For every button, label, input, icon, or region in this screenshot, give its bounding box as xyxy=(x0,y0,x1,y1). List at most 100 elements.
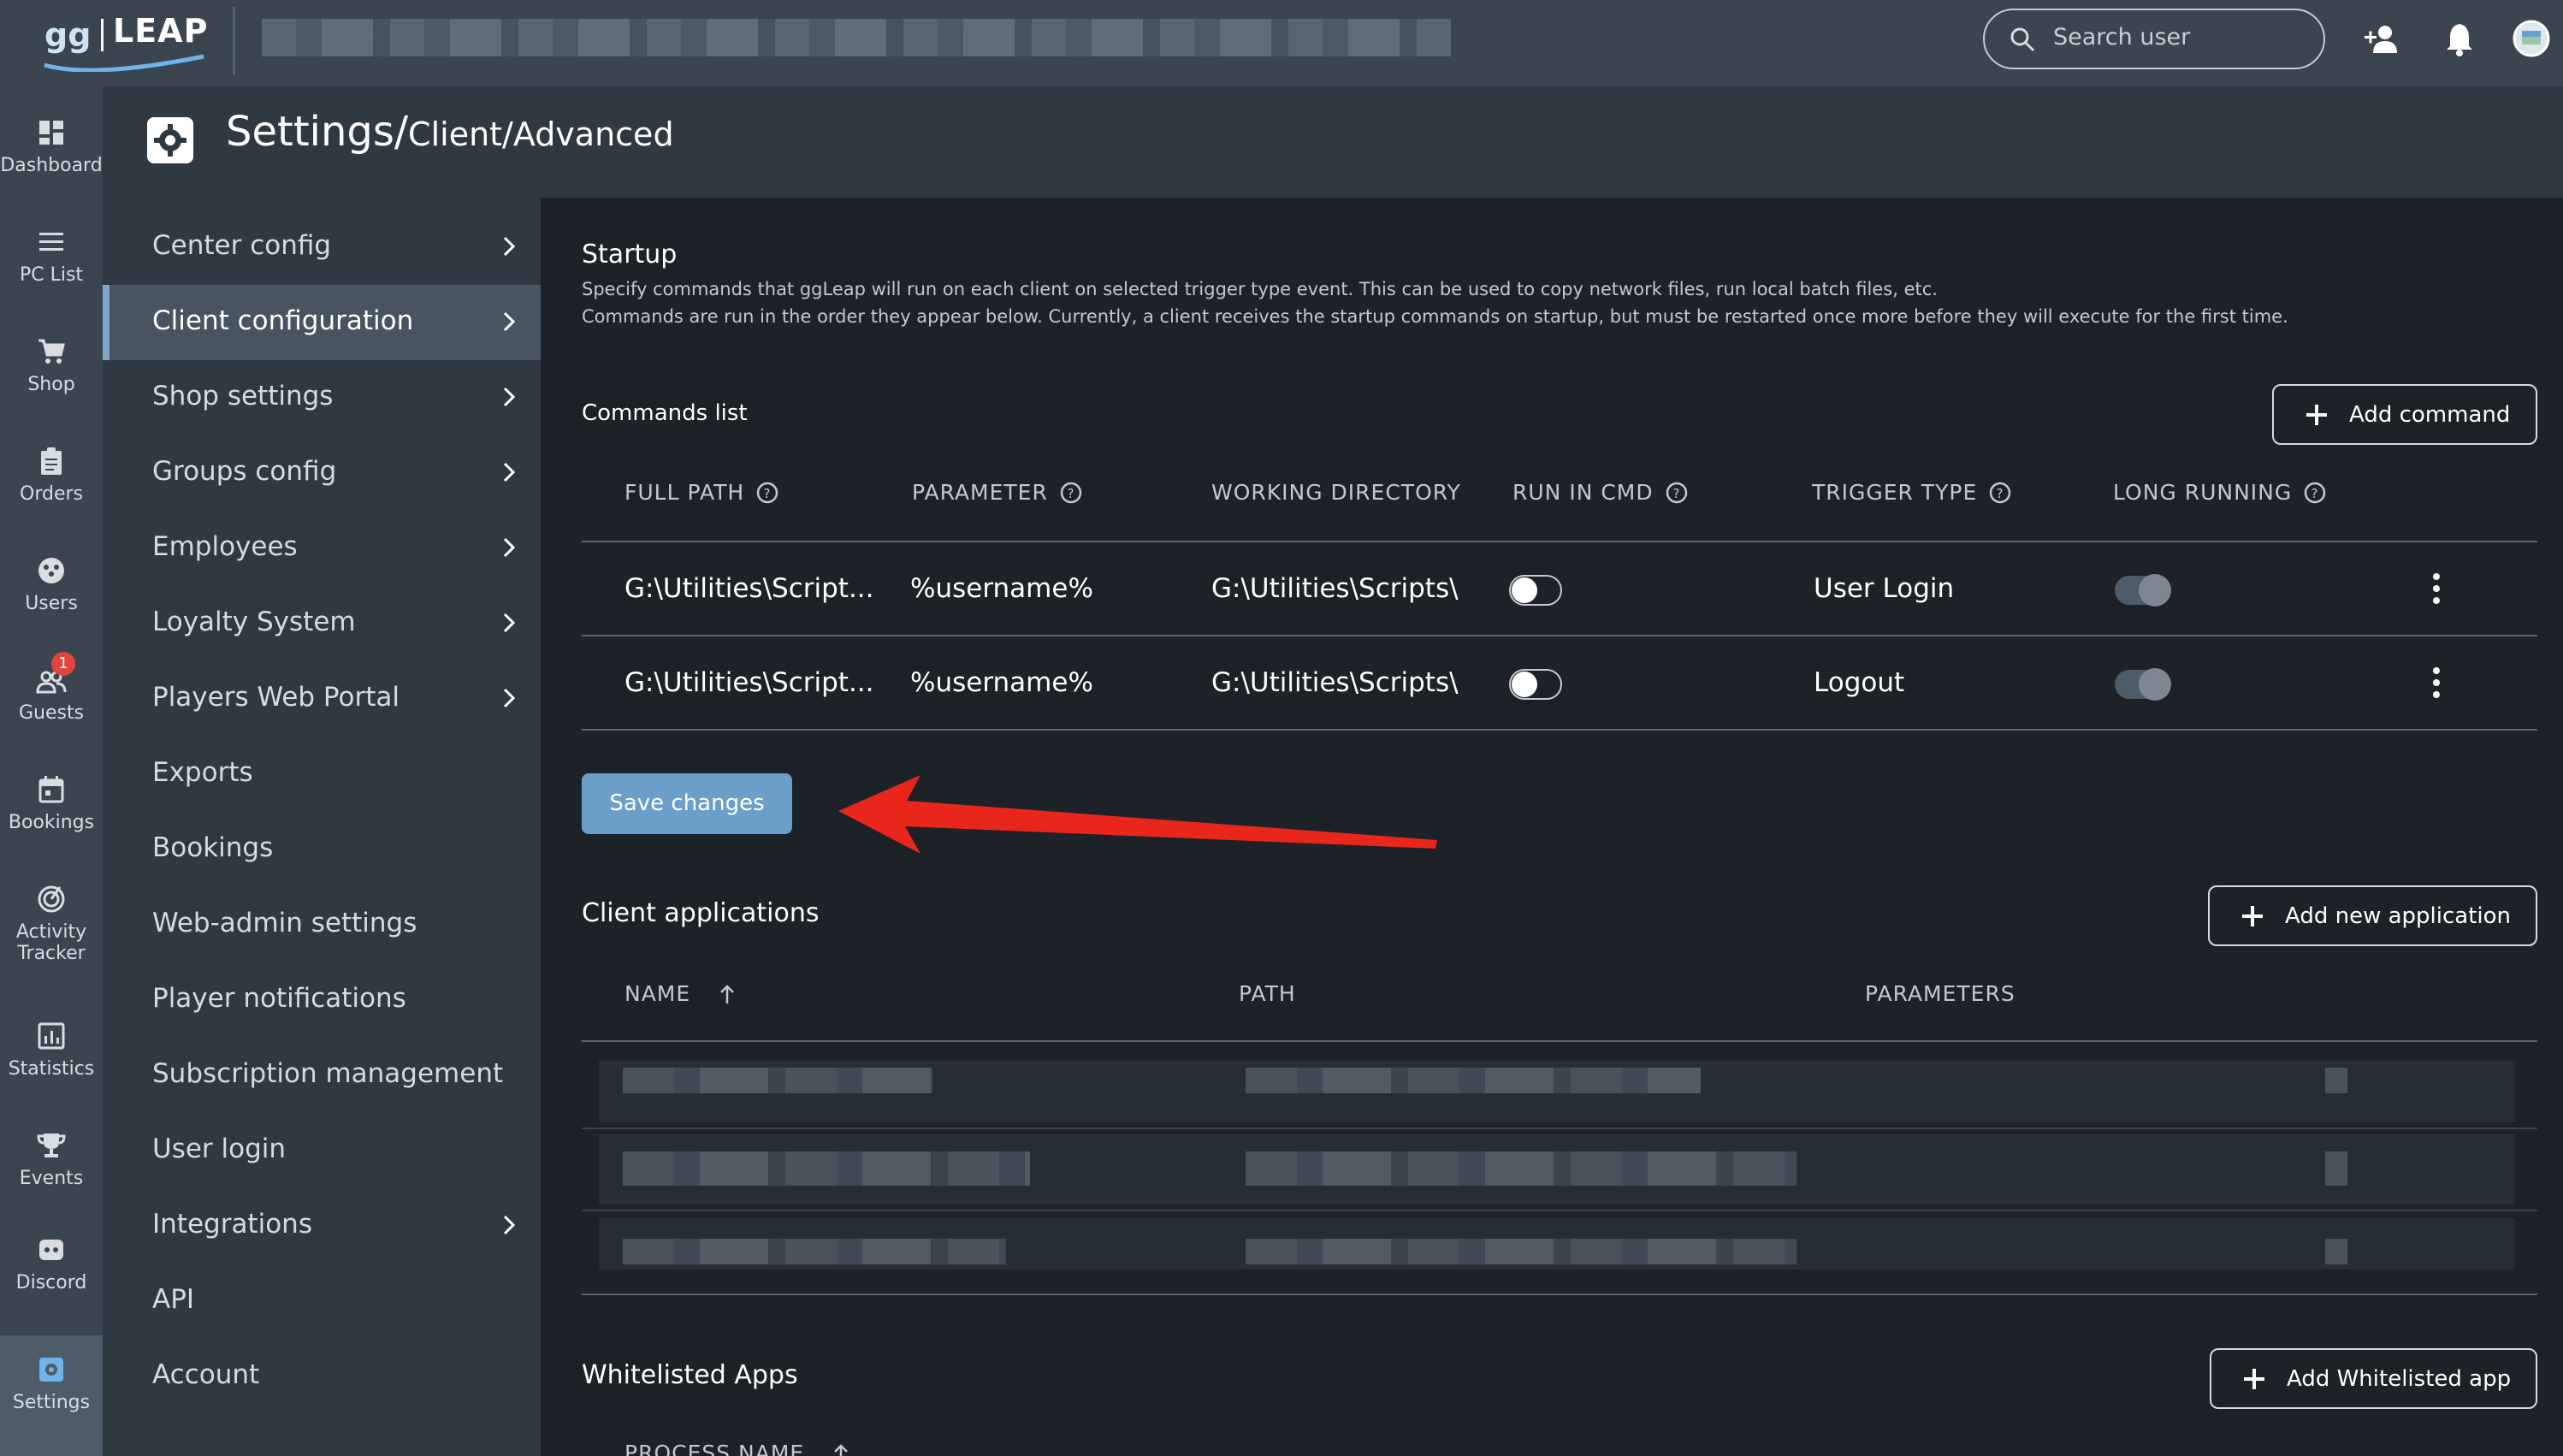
chevron-right-icon xyxy=(503,1215,516,1235)
col-parameter: PARAMETER? xyxy=(912,480,1082,505)
col-label: FULL PATH xyxy=(624,480,745,505)
rail-events[interactable]: Events xyxy=(0,1130,103,1189)
col-process-name[interactable]: PROCESS NAME xyxy=(624,1441,852,1456)
users-icon xyxy=(38,558,64,583)
long-running-toggle[interactable] xyxy=(2115,668,2171,701)
menu-item-api[interactable]: API xyxy=(103,1264,541,1339)
col-trigger-type: TRIGGER TYPE? xyxy=(1812,480,2011,505)
menu-item-groups-config[interactable]: Groups config xyxy=(103,435,541,511)
blurred-cell xyxy=(2325,1239,2347,1264)
col-label: PROCESS NAME xyxy=(624,1441,805,1456)
help-icon[interactable]: ? xyxy=(1666,482,1688,504)
blurred-cell xyxy=(623,1239,1006,1264)
add-user-icon[interactable] xyxy=(2363,19,2402,58)
col-label: PARAMETER xyxy=(912,480,1048,505)
menu-item-account[interactable]: Account xyxy=(103,1339,541,1414)
svg-text:?: ? xyxy=(1067,486,1074,501)
rail-pc-list[interactable]: PC List xyxy=(0,227,103,286)
rail-statistics[interactable]: Statistics xyxy=(0,1021,103,1080)
rail-users[interactable]: Users xyxy=(0,555,103,614)
rail-orders[interactable]: Orders xyxy=(0,446,103,505)
trophy-icon xyxy=(37,1133,66,1157)
more-options-icon[interactable] xyxy=(2431,571,2442,606)
rail-dashboard[interactable]: Dashboard xyxy=(0,117,103,176)
run-in-cmd-toggle[interactable] xyxy=(1509,575,1562,606)
add-new-application-button[interactable]: Add new application xyxy=(2208,885,2537,946)
menu-item-label: Integrations xyxy=(152,1209,312,1240)
col-full-path: FULL PATH? xyxy=(624,480,778,505)
menu-item-label: Loyalty System xyxy=(152,607,356,637)
blurred-cell xyxy=(1246,1151,1796,1186)
cell-trigger-type: User Login xyxy=(1814,573,1955,604)
menu-item-client-configuration[interactable]: Client configuration xyxy=(103,285,541,360)
discord-icon xyxy=(39,1240,63,1260)
rail-label: Orders xyxy=(20,483,83,505)
blurred-cell xyxy=(1246,1068,1701,1093)
help-icon[interactable]: ? xyxy=(1989,482,2011,504)
save-changes-button[interactable]: Save changes xyxy=(582,773,792,834)
sort-arrow-up-icon[interactable] xyxy=(716,983,738,1005)
rail-label: Dashboard xyxy=(0,155,103,176)
bell-icon[interactable] xyxy=(2440,19,2479,58)
menu-item-center-config[interactable]: Center config xyxy=(103,210,541,285)
menu-item-player-notifications[interactable]: Player notifications xyxy=(103,962,541,1038)
gear-icon xyxy=(39,1358,63,1382)
blurred-cell xyxy=(623,1068,932,1093)
menu-item-label: Shop settings xyxy=(152,381,334,411)
menu-item-bookings[interactable]: Bookings xyxy=(103,812,541,887)
rail-shop[interactable]: Shop xyxy=(0,336,103,395)
menu-item-label: Exports xyxy=(152,757,253,788)
commands-list-title: Commands list xyxy=(582,400,748,426)
run-in-cmd-toggle[interactable] xyxy=(1509,669,1562,700)
client-applications-title: Client applications xyxy=(582,898,820,928)
plus-icon xyxy=(2306,404,2327,425)
row-divider xyxy=(582,635,2537,636)
rail-label: PC List xyxy=(19,264,84,286)
rail-activity-tracker[interactable]: Activity Tracker xyxy=(0,884,103,964)
add-command-button[interactable]: Add command xyxy=(2272,384,2537,445)
brand-name: LEAP xyxy=(113,12,209,50)
long-running-toggle[interactable] xyxy=(2115,574,2171,607)
rail-bookings[interactable]: Bookings xyxy=(0,774,103,833)
cart-icon xyxy=(38,339,65,364)
menu-item-shop-settings[interactable]: Shop settings xyxy=(103,360,541,435)
cell-parameter: %username% xyxy=(910,573,1093,604)
radar-icon xyxy=(38,885,65,913)
menu-item-label: Center config xyxy=(152,230,332,261)
more-options-icon[interactable] xyxy=(2431,666,2442,700)
add-whitelisted-app-button[interactable]: Add Whitelisted app xyxy=(2210,1348,2537,1409)
menu-item-loyalty-system[interactable]: Loyalty System xyxy=(103,586,541,661)
startup-description-line2: Commands are run in the order they appea… xyxy=(582,306,2288,327)
rail-label: Settings xyxy=(12,1392,91,1413)
cell-working-directory: G:\Utilities\Scripts\ xyxy=(1211,573,1459,604)
cell-full-path: G:\Utilities\Script... xyxy=(624,667,874,698)
rail-discord[interactable]: Discord xyxy=(0,1234,103,1293)
help-icon[interactable]: ? xyxy=(1060,482,1082,504)
menu-item-label: Subscription management xyxy=(152,1058,504,1089)
table-header-divider xyxy=(582,541,2537,542)
menu-item-players-web-portal[interactable]: Players Web Portal xyxy=(103,661,541,737)
cell-working-directory: G:\Utilities\Scripts\ xyxy=(1211,667,1459,698)
menu-item-user-login[interactable]: User login xyxy=(103,1113,541,1188)
menu-item-label: Players Web Portal xyxy=(152,682,400,713)
plus-icon xyxy=(2244,1368,2264,1389)
menu-item-exports[interactable]: Exports xyxy=(103,737,541,812)
menu-item-subscription-management[interactable]: Subscription management xyxy=(103,1038,541,1113)
table-bottom-divider xyxy=(582,1293,2537,1295)
col-name[interactable]: NAME xyxy=(624,981,738,1006)
search-input[interactable]: Search user xyxy=(1983,9,2325,69)
menu-item-employees[interactable]: Employees xyxy=(103,511,541,586)
help-icon[interactable]: ? xyxy=(756,482,778,504)
sort-arrow-up-icon[interactable] xyxy=(830,1442,852,1456)
top-divider xyxy=(233,7,235,75)
help-icon[interactable]: ? xyxy=(2304,482,2326,504)
add-command-label: Add command xyxy=(2349,401,2511,428)
menu-item-web-admin-settings[interactable]: Web-admin settings xyxy=(103,887,541,962)
rail-guests[interactable]: Guests xyxy=(0,665,103,724)
calendar-icon xyxy=(38,776,64,803)
avatar[interactable] xyxy=(2512,19,2551,58)
rail-settings[interactable]: Settings xyxy=(0,1335,103,1456)
row-divider xyxy=(582,729,2537,731)
menu-item-integrations[interactable]: Integrations xyxy=(103,1188,541,1264)
col-path: PATH xyxy=(1239,981,1296,1006)
